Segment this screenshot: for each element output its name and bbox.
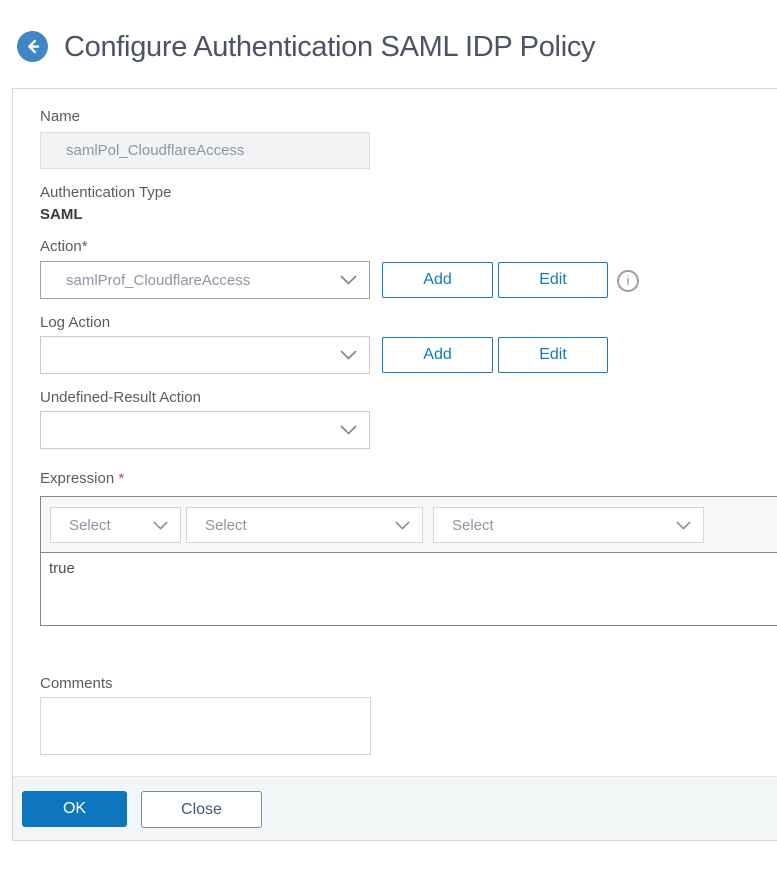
page-title: Configure Authentication SAML IDP Policy	[64, 31, 596, 63]
authentication-type-value: SAML	[40, 206, 83, 223]
form-panel: Name Authentication Type SAML Action* sa…	[12, 88, 777, 841]
undefined-result-action-label: Undefined-Result Action	[40, 389, 201, 406]
chevron-down-icon	[340, 350, 357, 360]
chevron-down-icon	[676, 520, 691, 530]
log-action-edit-button[interactable]: Edit	[498, 337, 608, 373]
action-select-value: samlProf_CloudflareAccess	[66, 271, 251, 289]
expression-operand-select-2[interactable]: Select	[186, 507, 423, 543]
configure-saml-idp-policy-page: Configure Authentication SAML IDP Policy…	[0, 0, 777, 877]
name-input	[40, 132, 370, 169]
comments-label: Comments	[40, 675, 113, 692]
info-icon[interactable]: i	[617, 270, 639, 292]
authentication-type-label: Authentication Type	[40, 184, 172, 201]
expression-editor: Select Select Select true	[40, 496, 777, 626]
log-action-add-button[interactable]: Add	[382, 337, 493, 373]
action-label: Action*	[40, 238, 88, 255]
expression-operand-select-1[interactable]: Select	[50, 507, 181, 543]
ok-button[interactable]: OK	[22, 791, 127, 827]
log-action-label: Log Action	[40, 314, 111, 331]
chevron-down-icon	[340, 275, 357, 285]
expression-operand-select-1-value: Select	[69, 516, 111, 534]
chevron-down-icon	[153, 520, 168, 530]
comments-textarea[interactable]	[40, 697, 371, 755]
chevron-down-icon	[340, 425, 357, 435]
expression-textarea[interactable]: true	[41, 553, 777, 625]
name-label: Name	[40, 108, 81, 125]
form-footer: OK Close	[13, 776, 777, 840]
expression-operand-select-3[interactable]: Select	[433, 507, 704, 543]
log-action-select[interactable]	[40, 336, 370, 374]
action-edit-button[interactable]: Edit	[498, 262, 608, 298]
action-select[interactable]: samlProf_CloudflareAccess	[40, 261, 370, 299]
expression-label: Expression *	[40, 470, 124, 487]
expression-operand-select-2-value: Select	[205, 516, 247, 534]
expression-label-text: Expression	[40, 470, 115, 487]
expression-toolbar: Select Select Select	[41, 497, 777, 553]
arrow-left-icon	[23, 37, 42, 56]
action-add-button[interactable]: Add	[382, 262, 493, 298]
required-asterisk-glyph: *	[118, 470, 125, 487]
undefined-result-action-select[interactable]	[40, 411, 370, 449]
required-asterisk: *	[118, 470, 124, 487]
close-button[interactable]: Close	[141, 791, 262, 828]
expression-operand-select-3-value: Select	[452, 516, 494, 534]
back-button[interactable]	[17, 31, 48, 62]
chevron-down-icon	[395, 520, 410, 530]
